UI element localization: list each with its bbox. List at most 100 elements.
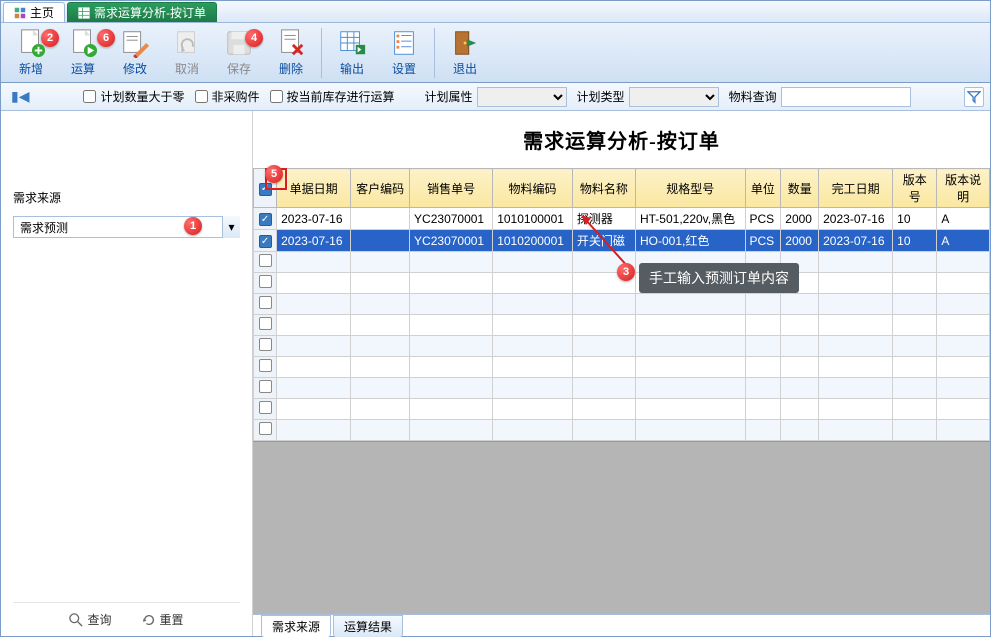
cell-empty[interactable] (893, 399, 937, 420)
cell-empty[interactable] (819, 294, 893, 315)
cell-fin[interactable]: 2023-07-16 (819, 208, 893, 230)
table-row-empty[interactable] (254, 336, 990, 357)
cell-empty[interactable] (572, 315, 635, 336)
nav-first-icon[interactable]: ▮◀ (7, 88, 33, 105)
cancel-button[interactable]: 取消 (163, 25, 211, 81)
cell-empty[interactable] (410, 336, 493, 357)
qty-gt-zero-checkbox[interactable]: 计划数量大于零 (83, 88, 184, 105)
cell-empty[interactable] (572, 336, 635, 357)
cell-empty[interactable] (277, 399, 351, 420)
cell-empty[interactable] (937, 315, 990, 336)
cell-empty[interactable] (635, 336, 745, 357)
cell-empty[interactable] (493, 378, 573, 399)
cell-empty[interactable] (893, 420, 937, 441)
cell-empty[interactable] (277, 336, 351, 357)
cell-empty[interactable] (937, 252, 990, 273)
delete-button[interactable]: 删除 (267, 25, 315, 81)
cell-empty[interactable] (410, 252, 493, 273)
cell-empty[interactable] (937, 294, 990, 315)
cell-empty[interactable] (493, 357, 573, 378)
chevron-down-icon[interactable]: ▾ (222, 216, 240, 238)
plan-type-select[interactable] (629, 87, 719, 107)
tab-home[interactable]: 主页 (3, 2, 65, 22)
cell-empty[interactable] (745, 336, 781, 357)
cell-date[interactable]: 2023-07-16 (277, 230, 351, 252)
cell-empty[interactable] (745, 315, 781, 336)
row-check[interactable] (254, 230, 277, 252)
cell-empty[interactable] (493, 399, 573, 420)
mat-search-input[interactable] (781, 87, 911, 107)
cell-ver[interactable]: 10 (893, 208, 937, 230)
cell-empty[interactable] (351, 420, 410, 441)
row-check[interactable] (254, 378, 277, 399)
reset-button[interactable]: 重置 (142, 611, 184, 628)
cell-empty[interactable] (781, 420, 819, 441)
cell-empty[interactable] (635, 420, 745, 441)
cell-empty[interactable] (819, 315, 893, 336)
setting-button[interactable]: 设置 (380, 25, 428, 81)
cell-empty[interactable] (781, 315, 819, 336)
cell-empty[interactable] (277, 252, 351, 273)
cell-fin[interactable]: 2023-07-16 (819, 230, 893, 252)
cell-empty[interactable] (410, 315, 493, 336)
cell-empty[interactable] (745, 420, 781, 441)
cell-empty[interactable] (819, 378, 893, 399)
cell-empty[interactable] (893, 357, 937, 378)
source-dropdown[interactable]: ▾ (13, 216, 240, 238)
col-unit[interactable]: 单位 (745, 169, 781, 208)
cell-empty[interactable] (351, 399, 410, 420)
cell-empty[interactable] (893, 273, 937, 294)
cell-empty[interactable] (937, 336, 990, 357)
cell-empty[interactable] (277, 294, 351, 315)
cell-unit[interactable]: PCS (745, 208, 781, 230)
cell-empty[interactable] (781, 294, 819, 315)
cell-empty[interactable] (493, 420, 573, 441)
cell-empty[interactable] (745, 378, 781, 399)
filter-icon-button[interactable] (964, 87, 984, 107)
cell-empty[interactable] (937, 357, 990, 378)
cell-sale[interactable]: YC23070001 (410, 208, 493, 230)
cell-empty[interactable] (745, 357, 781, 378)
cell-empty[interactable] (351, 252, 410, 273)
tab-result[interactable]: 运算结果 (333, 615, 403, 637)
cell-empty[interactable] (351, 315, 410, 336)
cell-empty[interactable] (893, 378, 937, 399)
cell-empty[interactable] (893, 294, 937, 315)
cell-empty[interactable] (937, 273, 990, 294)
row-check[interactable] (254, 336, 277, 357)
cell-empty[interactable] (893, 315, 937, 336)
cell-empty[interactable] (572, 420, 635, 441)
cell-empty[interactable] (781, 357, 819, 378)
tab-doc[interactable]: 需求运算分析-按订单 (67, 2, 217, 22)
col-ver[interactable]: 版本号 (893, 169, 937, 208)
exit-button[interactable]: 退出 (441, 25, 489, 81)
data-grid[interactable]: 单据日期 客户编码 销售单号 物料编码 物料名称 规格型号 单位 数量 完工日期… (253, 168, 990, 441)
cell-empty[interactable] (410, 294, 493, 315)
cell-cust[interactable] (351, 230, 410, 252)
cell-empty[interactable] (493, 252, 573, 273)
cell-empty[interactable] (819, 420, 893, 441)
cell-sale[interactable]: YC23070001 (410, 230, 493, 252)
col-fin[interactable]: 完工日期 (819, 169, 893, 208)
cell-empty[interactable] (493, 336, 573, 357)
cell-empty[interactable] (635, 315, 745, 336)
cell-empty[interactable] (493, 273, 573, 294)
cell-ver[interactable]: 10 (893, 230, 937, 252)
edit-button[interactable]: 修改 (111, 25, 159, 81)
cell-mat[interactable]: 1010100001 (493, 208, 573, 230)
cell-date[interactable]: 2023-07-16 (277, 208, 351, 230)
cell-empty[interactable] (819, 399, 893, 420)
table-row-empty[interactable] (254, 378, 990, 399)
cell-empty[interactable] (572, 378, 635, 399)
cell-empty[interactable] (635, 294, 745, 315)
cell-empty[interactable] (745, 399, 781, 420)
cell-spec[interactable]: HT-501,220v,黑色 (635, 208, 745, 230)
cell-empty[interactable] (572, 357, 635, 378)
cell-empty[interactable] (351, 357, 410, 378)
col-sale[interactable]: 销售单号 (410, 169, 493, 208)
table-row-empty[interactable] (254, 420, 990, 441)
cell-empty[interactable] (277, 357, 351, 378)
row-check[interactable] (254, 315, 277, 336)
cell-empty[interactable] (937, 378, 990, 399)
cell-empty[interactable] (745, 294, 781, 315)
